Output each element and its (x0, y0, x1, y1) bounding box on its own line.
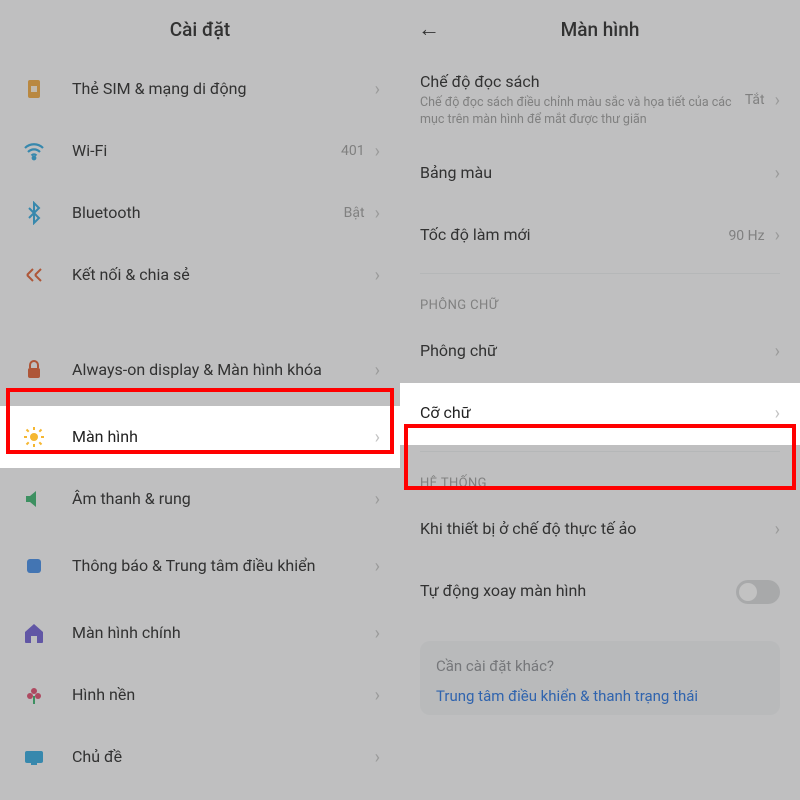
value: 401 (341, 143, 365, 159)
label: Âm thanh & rung (72, 489, 375, 510)
row-font[interactable]: Phông chữ › (400, 321, 800, 383)
section-font: PHÔNG CHỮ (400, 280, 800, 321)
more-settings-card[interactable]: Cần cài đặt khác? Trung tâm điều khiển &… (420, 641, 780, 715)
description: Chế độ đọc sách điều chỉnh màu sắc và họ… (420, 95, 737, 129)
highlight-display (6, 388, 394, 454)
row-sound[interactable]: Âm thanh & rung › (0, 468, 400, 530)
chevron-right-icon: › (375, 623, 380, 644)
sound-icon (20, 485, 48, 513)
chevron-right-icon: › (375, 685, 380, 706)
row-notifications[interactable]: Thông báo & Trung tâm điều khiển › (0, 530, 400, 602)
label: Thông báo & Trung tâm điều khiển (72, 556, 375, 577)
row-wifi[interactable]: Wi-Fi 401 › (0, 120, 400, 182)
value: 90 Hz (728, 228, 764, 244)
label: Chủ đề (72, 747, 375, 768)
right-title: Màn hình (561, 18, 640, 41)
sim-icon (20, 75, 48, 103)
share-icon (20, 261, 48, 289)
label: Cỡ chữ (420, 403, 775, 424)
chevron-right-icon: › (375, 79, 380, 100)
chevron-right-icon: › (375, 203, 380, 224)
flower-icon (20, 681, 48, 709)
chevron-right-icon: › (375, 141, 380, 162)
label: Hình nền (72, 685, 375, 706)
label: Tự động xoay màn hình (420, 581, 736, 602)
label: Khi thiết bị ở chế độ thực tế ảo (420, 519, 775, 540)
chevron-right-icon: › (775, 403, 780, 424)
label: Bảng màu (420, 163, 775, 184)
chevron-right-icon: › (775, 225, 780, 246)
home-icon (20, 619, 48, 647)
toggle-off[interactable] (736, 580, 780, 604)
bluetooth-icon (20, 199, 48, 227)
highlight-font-size (404, 424, 796, 490)
chevron-right-icon: › (775, 90, 780, 111)
row-refresh-rate[interactable]: Tốc độ làm mới 90 Hz › (400, 205, 800, 267)
chevron-right-icon: › (775, 163, 780, 184)
label: Tốc độ làm mới (420, 225, 728, 246)
left-title: Cài đặt (170, 18, 230, 41)
row-palette[interactable]: Bảng màu › (400, 143, 800, 205)
right-header: ← Màn hình (400, 0, 800, 58)
wifi-icon (20, 137, 48, 165)
row-wallpaper[interactable]: Hình nền › (0, 664, 400, 726)
row-auto-rotate[interactable]: Tự động xoay màn hình (400, 561, 800, 623)
label: Always-on display & Màn hình khóa (72, 360, 375, 381)
row-home[interactable]: Màn hình chính › (0, 602, 400, 664)
lock-icon (20, 356, 48, 384)
label: Bluetooth (72, 203, 344, 224)
chevron-right-icon: › (375, 360, 380, 381)
card-title: Cần cài đặt khác? (436, 657, 764, 675)
notification-icon (20, 552, 48, 580)
row-vr-mode[interactable]: Khi thiết bị ở chế độ thực tế ảo › (400, 499, 800, 561)
left-header: Cài đặt (0, 0, 400, 58)
chevron-right-icon: › (375, 489, 380, 510)
chevron-right-icon: › (375, 747, 380, 768)
chevron-right-icon: › (375, 265, 380, 286)
label: Màn hình chính (72, 623, 375, 644)
label: Wi-Fi (72, 141, 341, 162)
value: Tắt (745, 92, 765, 108)
label: Kết nối & chia sẻ (72, 265, 375, 286)
row-share[interactable]: Kết nối & chia sẻ › (0, 244, 400, 306)
label: Chế độ đọc sách (420, 72, 737, 91)
row-themes[interactable]: Chủ đề › (0, 726, 400, 788)
label: Thẻ SIM & mạng di động (72, 79, 375, 100)
row-reading-mode[interactable]: Chế độ đọc sách Chế độ đọc sách điều chỉ… (400, 58, 800, 143)
chevron-right-icon: › (775, 519, 780, 540)
card-link[interactable]: Trung tâm điều khiển & thanh trạng thái (436, 687, 764, 705)
chevron-right-icon: › (775, 341, 780, 362)
label: Phông chữ (420, 341, 775, 362)
theme-icon (20, 743, 48, 771)
display-pane: ← Màn hình Chế độ đọc sách Chế độ đọc sá… (400, 0, 800, 800)
divider (420, 273, 780, 274)
row-sim[interactable]: Thẻ SIM & mạng di động › (0, 58, 400, 120)
back-icon[interactable]: ← (418, 16, 440, 42)
chevron-right-icon: › (375, 556, 380, 577)
row-bluetooth[interactable]: Bluetooth Bật › (0, 182, 400, 244)
value: Bật (344, 205, 365, 221)
